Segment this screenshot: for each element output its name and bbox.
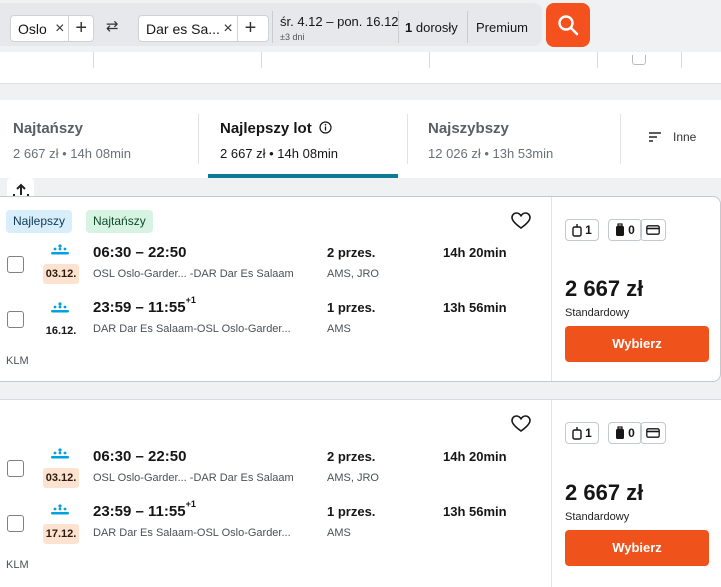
leg-stops: 1 przes. bbox=[327, 300, 376, 315]
date-selector[interactable]: śr. 4.12 – pon. 16.12 ±3 dni bbox=[280, 14, 399, 42]
flex-label: ±3 dni bbox=[280, 32, 305, 42]
leg-route: OSL Oslo-Garder... -DAR Dar Es Salaam bbox=[93, 472, 294, 484]
tab-cheapest[interactable]: Najtańszy 2 667 zł • 14h 08min bbox=[13, 120, 131, 161]
tab-summary: 2 667 zł • 14h 08min bbox=[13, 146, 132, 161]
more-label: Inne bbox=[673, 130, 697, 144]
cabin-bag-badge: 1 bbox=[565, 219, 599, 241]
checked-bag-icon bbox=[616, 426, 625, 439]
card-payment-badge bbox=[640, 422, 666, 444]
leg-stops: 1 przes. bbox=[327, 504, 376, 519]
klm-logo-icon bbox=[51, 504, 69, 515]
leg-duration: 14h 20min bbox=[443, 449, 507, 464]
info-icon[interactable] bbox=[319, 121, 332, 134]
leg-via: AMS, JRO bbox=[327, 268, 379, 280]
leg-duration: 13h 56min bbox=[443, 300, 507, 315]
search-icon bbox=[558, 15, 579, 36]
leg-checkbox[interactable] bbox=[7, 515, 24, 532]
leg-via: AMS bbox=[327, 527, 351, 539]
leg-date: 16.12. bbox=[45, 325, 77, 337]
search-button[interactable] bbox=[546, 3, 590, 47]
passenger-count: 1 bbox=[405, 20, 413, 35]
result-card[interactable]: Najlepszy Najtańszy 03.12. 06:30 – 22:50… bbox=[0, 196, 721, 382]
itinerary: 03.12. 06:30 – 22:50 OSL Oslo-Garder... … bbox=[0, 400, 551, 587]
heart-icon[interactable] bbox=[511, 415, 531, 433]
fare-type: Standardowy bbox=[565, 511, 630, 523]
badge-best: Najlepszy bbox=[6, 210, 73, 233]
leg-duration: 14h 20min bbox=[443, 245, 507, 260]
select-button[interactable]: Wybierz bbox=[565, 326, 709, 362]
origin-chip[interactable]: Oslo × + bbox=[10, 15, 94, 42]
leg-route: DAR Dar Es Salaam-OSL Oslo-Garder... bbox=[93, 323, 291, 335]
badge-cheapest: Najtańszy bbox=[86, 210, 153, 233]
klm-logo-icon bbox=[51, 244, 69, 255]
itinerary: Najlepszy Najtańszy 03.12. 06:30 – 22:50… bbox=[0, 197, 551, 381]
price: 2 667 zł bbox=[565, 276, 644, 301]
search-bar: Oslo × + ⇄ Dar es Sa... × + śr. 4.12 – p… bbox=[0, 0, 721, 52]
tab-best[interactable]: Najlepszy lot 2 667 zł • 14h 08min bbox=[220, 120, 338, 161]
select-button[interactable]: Wybierz bbox=[565, 530, 709, 566]
passenger-label: dorosły bbox=[415, 20, 458, 35]
cabin-bag-icon bbox=[572, 427, 582, 440]
leg-route: OSL Oslo-Garder... -DAR Dar Es Salaam bbox=[93, 268, 294, 280]
dates-label: śr. 4.12 – pon. 16.12 bbox=[280, 14, 399, 29]
close-icon[interactable]: × bbox=[51, 20, 68, 38]
add-destination-icon[interactable]: + bbox=[237, 16, 263, 41]
leg-checkbox[interactable] bbox=[7, 460, 24, 477]
leg-checkbox[interactable] bbox=[7, 256, 24, 273]
swap-icon[interactable]: ⇄ bbox=[106, 17, 119, 35]
credit-card-icon bbox=[646, 428, 660, 438]
leg-date: 03.12. bbox=[43, 468, 79, 488]
leg-times: 06:30 – 22:50 bbox=[93, 448, 187, 465]
toggle-icon[interactable] bbox=[632, 55, 646, 65]
price: 2 667 zł bbox=[565, 480, 644, 505]
passenger-selector[interactable]: 1 dorosły bbox=[405, 20, 458, 35]
leg-checkbox[interactable] bbox=[7, 311, 24, 328]
leg-times: 23:59 – 11:55+1 bbox=[93, 499, 196, 520]
destination-label: Dar es Sa... bbox=[146, 20, 219, 37]
leg-route: DAR Dar Es Salaam-OSL Oslo-Garder... bbox=[93, 527, 291, 539]
leg-times: 23:59 – 11:55+1 bbox=[93, 295, 196, 316]
cabin-bag-icon bbox=[572, 224, 582, 237]
tab-fastest[interactable]: Najszybszy 12 026 zł • 13h 53min bbox=[428, 120, 553, 161]
filter-strip bbox=[0, 52, 721, 84]
leg-duration: 13h 56min bbox=[443, 504, 507, 519]
tab-summary: 12 026 zł • 13h 53min bbox=[428, 146, 554, 161]
search-form: Oslo × + ⇄ Dar es Sa... × + śr. 4.12 – p… bbox=[0, 3, 542, 46]
leg-via: AMS bbox=[327, 323, 351, 335]
leg-date: 03.12. bbox=[43, 264, 79, 284]
destination-chip[interactable]: Dar es Sa... × + bbox=[138, 15, 269, 42]
checked-bag-badge: 0 bbox=[608, 219, 642, 241]
price-panel: 1 0 2 667 zł Standardowy Wybierz bbox=[551, 197, 721, 381]
active-tab-indicator bbox=[208, 174, 398, 178]
klm-logo-icon bbox=[51, 302, 69, 313]
price-panel: 1 0 2 667 zł Standardowy Wybierz bbox=[551, 400, 721, 587]
airline-name: KLM bbox=[6, 559, 29, 571]
origin-label: Oslo bbox=[18, 20, 47, 37]
sort-icon bbox=[649, 132, 661, 142]
tab-label: Najszybszy bbox=[428, 120, 509, 137]
cabin-selector[interactable]: Premium bbox=[476, 20, 528, 35]
credit-card-icon bbox=[646, 225, 660, 235]
add-origin-icon[interactable]: + bbox=[68, 16, 93, 41]
result-card[interactable]: 03.12. 06:30 – 22:50 OSL Oslo-Garder... … bbox=[0, 399, 721, 587]
checked-bag-icon bbox=[616, 223, 625, 236]
card-payment-badge bbox=[640, 219, 666, 241]
cabin-bag-badge: 1 bbox=[565, 422, 599, 444]
tab-label: Najtańszy bbox=[13, 120, 84, 137]
close-icon[interactable]: × bbox=[219, 20, 237, 38]
heart-icon[interactable] bbox=[511, 212, 531, 230]
leg-stops: 2 przes. bbox=[327, 449, 376, 464]
tab-summary: 2 667 zł • 14h 08min bbox=[220, 146, 339, 161]
tab-label: Najlepszy lot bbox=[220, 120, 312, 137]
sort-tabs: Najtańszy 2 667 zł • 14h 08min Najlepszy… bbox=[0, 100, 721, 178]
more-sort-button[interactable]: Inne bbox=[648, 130, 696, 144]
airline-name: KLM bbox=[6, 355, 29, 367]
leg-date: 17.12. bbox=[43, 524, 79, 544]
leg-via: AMS, JRO bbox=[327, 472, 379, 484]
leg-times: 06:30 – 22:50 bbox=[93, 244, 187, 261]
fare-type: Standardowy bbox=[565, 307, 630, 319]
klm-logo-icon bbox=[51, 448, 69, 459]
leg-stops: 2 przes. bbox=[327, 245, 376, 260]
checked-bag-badge: 0 bbox=[608, 422, 642, 444]
